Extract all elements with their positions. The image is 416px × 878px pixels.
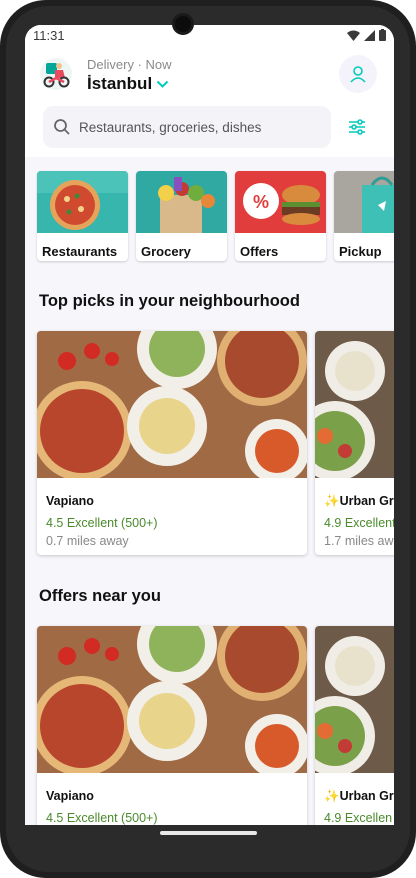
restaurant-card[interactable]: ✨Urban Gre 4.9 Excellent 1.7 miles aw <box>315 331 394 555</box>
category-offers[interactable]: % Offers <box>235 171 326 261</box>
section-title-offers: Offers near you <box>39 587 161 605</box>
restaurant-name: ✨Urban Gre <box>324 494 394 508</box>
front-camera <box>172 13 194 35</box>
signal-icon <box>364 29 375 41</box>
grocery-bag-image <box>136 171 227 233</box>
restaurant-name: Vapiano <box>46 789 94 803</box>
restaurant-distance: 0.7 miles away <box>46 534 129 548</box>
restaurant-rating: 4.5 Excellent (500+) <box>46 811 158 825</box>
battery-icon <box>379 29 386 41</box>
restaurant-card[interactable]: Vapiano 4.5 Excellent (500+) <box>37 626 307 825</box>
restaurant-photo <box>315 331 394 481</box>
delivery-rider-logo <box>40 58 72 90</box>
search-icon <box>54 119 70 135</box>
user-icon <box>350 66 366 83</box>
restaurant-distance: 1.7 miles aw <box>324 534 394 548</box>
search-placeholder: Restaurants, groceries, dishes <box>79 119 262 135</box>
delivery-time-label: Delivery · Now <box>87 57 172 72</box>
city-name: İstanbul <box>87 74 153 93</box>
restaurant-photo <box>37 331 307 483</box>
offers-carousel[interactable]: Vapiano 4.5 Excellent (500+) ✨Urban Gre … <box>37 626 394 825</box>
top-picks-carousel[interactable]: Vapiano 4.5 Excellent (500+) 0.7 miles a… <box>37 331 394 555</box>
wifi-icon <box>347 30 360 41</box>
filter-icon[interactable] <box>345 115 369 139</box>
section-title-top-picks: Top picks in your neighbourhood <box>39 292 300 310</box>
restaurant-photo <box>37 626 307 778</box>
status-icons <box>347 29 386 41</box>
pickup-bag-image <box>334 171 394 233</box>
home-feed: Restaurants Grocery % Offers Pickup Top … <box>25 157 394 825</box>
svg-text:%: % <box>253 192 269 212</box>
app-screen: 11:31 Delivery · Now İstanbul Restaurant… <box>25 25 394 825</box>
restaurant-rating: 4.9 Excellent <box>324 516 394 530</box>
restaurant-name: Vapiano <box>46 494 94 508</box>
category-pickup[interactable]: Pickup <box>334 171 394 261</box>
pizza-image <box>37 171 128 233</box>
home-indicator[interactable] <box>160 831 257 835</box>
category-label: Pickup <box>339 244 382 259</box>
restaurant-name: ✨Urban Gre <box>324 789 394 803</box>
category-row: Restaurants Grocery % Offers Pickup <box>37 171 394 261</box>
category-label: Restaurants <box>42 244 118 259</box>
restaurant-rating: 4.5 Excellent (500+) <box>46 516 158 530</box>
search-input[interactable]: Restaurants, groceries, dishes <box>43 106 331 148</box>
category-restaurants[interactable]: Restaurants <box>37 171 128 261</box>
account-button[interactable] <box>339 55 377 93</box>
restaurant-card[interactable]: ✨Urban Gre 4.9 Excellen <box>315 626 394 825</box>
restaurant-card[interactable]: Vapiano 4.5 Excellent (500+) 0.7 miles a… <box>37 331 307 555</box>
offers-burger-image: % <box>235 171 326 233</box>
category-label: Grocery <box>141 244 191 259</box>
category-grocery[interactable]: Grocery <box>136 171 227 261</box>
city-selector[interactable]: İstanbul <box>87 74 169 94</box>
restaurant-photo <box>315 626 394 776</box>
category-label: Offers <box>240 244 279 259</box>
status-bar: 11:31 <box>25 25 394 47</box>
restaurant-rating: 4.9 Excellen <box>324 811 393 825</box>
chevron-down-icon <box>156 80 169 88</box>
status-time: 11:31 <box>33 28 65 43</box>
